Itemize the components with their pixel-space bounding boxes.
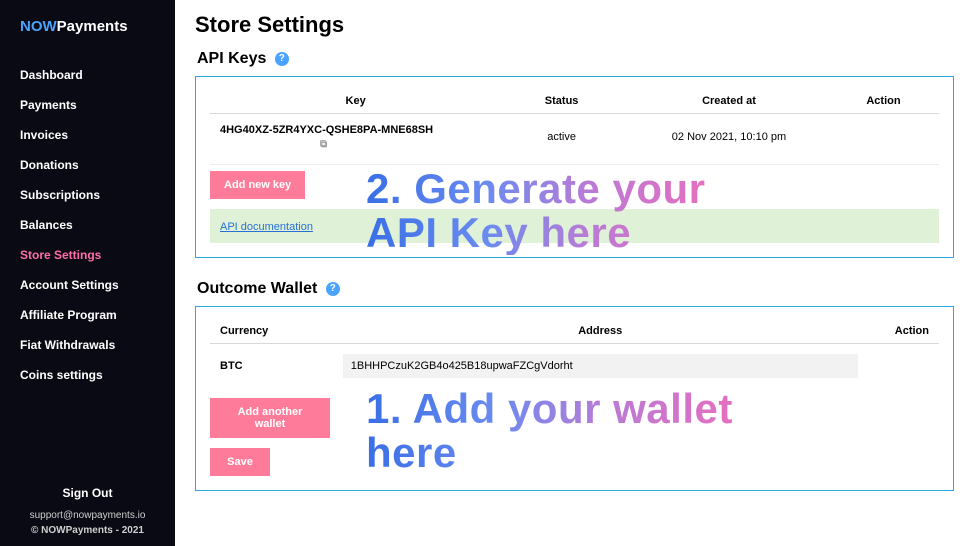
wallet-title: Outcome Wallet: [197, 280, 317, 297]
api-keys-title: API Keys: [197, 50, 266, 67]
api-table-row: 4HG40XZ-5ZR4YXC-QSHE8PA-MNE68SH ⧉ active…: [210, 114, 939, 165]
nav-invoices[interactable]: Invoices: [0, 120, 175, 150]
wallet-address-cell: 1BHHPCzuK2GB4o425B18upwaFZCgVdorht: [343, 354, 858, 378]
nav-fiat-withdrawals[interactable]: Fiat Withdrawals: [0, 330, 175, 360]
api-table-head: Key Status Created at Action: [210, 89, 939, 114]
wallet-buttons: Add another wallet Save: [210, 398, 939, 476]
col-status: Status: [497, 95, 626, 107]
sidebar: NOWPayments Dashboard Payments Invoices …: [0, 0, 175, 546]
wallet-panel: Currency Address Action BTC 1BHHPCzuK2GB…: [195, 306, 954, 491]
add-wallet-button[interactable]: Add another wallet: [210, 398, 330, 438]
add-key-button[interactable]: Add new key: [210, 171, 305, 199]
api-key-value: 4HG40XZ-5ZR4YXC-QSHE8PA-MNE68SH: [220, 124, 433, 136]
nav-subscriptions[interactable]: Subscriptions: [0, 180, 175, 210]
nav-store-settings[interactable]: Store Settings: [0, 240, 175, 270]
wallet-address-value[interactable]: 1BHHPCzuK2GB4o425B18upwaFZCgVdorht: [343, 354, 858, 378]
api-status-cell: active: [497, 131, 626, 143]
logo-pay: Payments: [57, 18, 128, 35]
page-title: Store Settings: [195, 12, 954, 38]
signout-link[interactable]: Sign Out: [0, 480, 175, 510]
api-doc-row: API documentation: [210, 209, 939, 243]
wallet-table-head: Currency Address Action: [210, 319, 939, 344]
nav-dashboard[interactable]: Dashboard: [0, 60, 175, 90]
nav-coins-settings[interactable]: Coins settings: [0, 360, 175, 390]
nav: Dashboard Payments Invoices Donations Su…: [0, 60, 175, 390]
col-action: Action: [832, 95, 935, 107]
api-keys-heading: API Keys ?: [197, 50, 954, 68]
logo-now: NOW: [20, 18, 57, 35]
help-icon[interactable]: ?: [275, 52, 289, 66]
nav-affiliate[interactable]: Affiliate Program: [0, 300, 175, 330]
wallet-currency: BTC: [214, 360, 343, 372]
nav-payments[interactable]: Payments: [0, 90, 175, 120]
nav-balances[interactable]: Balances: [0, 210, 175, 240]
save-wallet-button[interactable]: Save: [210, 448, 270, 476]
col-currency: Currency: [214, 325, 343, 337]
col-created: Created at: [626, 95, 832, 107]
logo: NOWPayments: [0, 18, 175, 60]
main-content: Store Settings API Keys ? Key Status Cre…: [175, 0, 974, 546]
copy-icon[interactable]: ⧉: [320, 139, 497, 150]
api-key-cell: 4HG40XZ-5ZR4YXC-QSHE8PA-MNE68SH ⧉: [214, 124, 497, 150]
api-created-cell: 02 Nov 2021, 10:10 pm: [626, 131, 832, 143]
wallet-table-row: BTC 1BHHPCzuK2GB4o425B18upwaFZCgVdorht: [210, 344, 939, 388]
col-action: Action: [858, 325, 935, 337]
nav-donations[interactable]: Donations: [0, 150, 175, 180]
sidebar-footer: Sign Out support@nowpayments.io © NOWPay…: [0, 480, 175, 536]
api-doc-link[interactable]: API documentation: [220, 221, 313, 233]
col-address: Address: [343, 325, 858, 337]
api-keys-panel: Key Status Created at Action 4HG40XZ-5ZR…: [195, 76, 954, 258]
wallet-heading: Outcome Wallet ?: [197, 280, 954, 298]
copyright: © NOWPayments - 2021: [0, 525, 175, 536]
nav-account-settings[interactable]: Account Settings: [0, 270, 175, 300]
help-icon[interactable]: ?: [326, 282, 340, 296]
col-key: Key: [214, 95, 497, 107]
support-email[interactable]: support@nowpayments.io: [0, 510, 175, 525]
